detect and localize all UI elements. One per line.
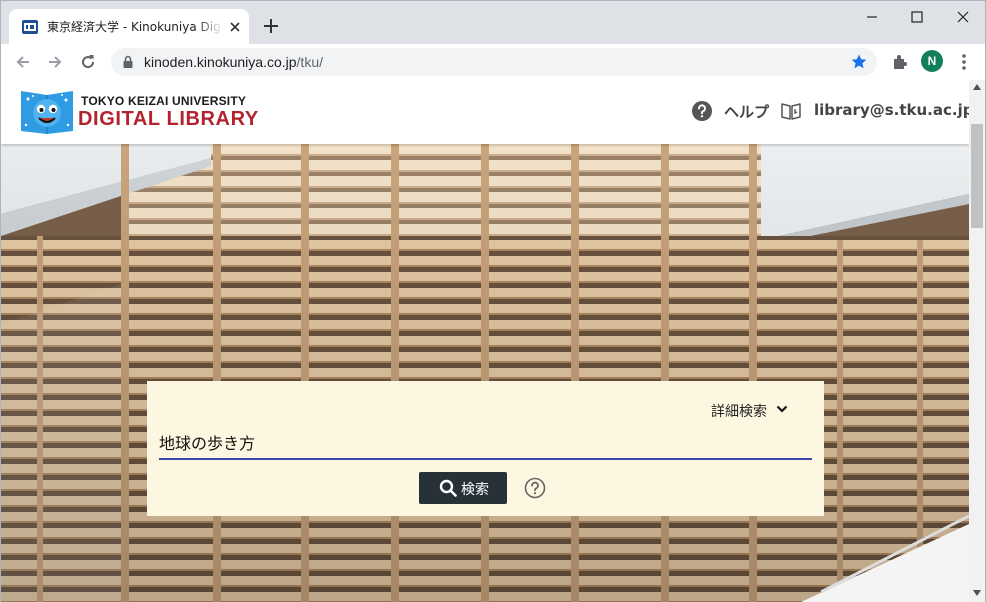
- reload-icon[interactable]: [78, 52, 98, 72]
- page-scrollbar[interactable]: [969, 80, 985, 602]
- digital-library-title: DIGITAL LIBRARY: [78, 108, 259, 130]
- url-path: /tku/: [296, 54, 324, 70]
- search-panel: 詳細検索 検索: [147, 381, 824, 516]
- help-question-icon[interactable]: [691, 100, 713, 122]
- university-name: TOKYO KEIZAI UNIVERSITY: [81, 94, 247, 108]
- open-book-icon: [781, 103, 801, 120]
- scrollbar-thumb[interactable]: [971, 124, 983, 228]
- search-button-label: 検索: [461, 482, 489, 498]
- wooden-louver-photo: [1, 144, 969, 602]
- help-link[interactable]: ヘルプ: [724, 101, 769, 122]
- search-input[interactable]: [159, 430, 812, 460]
- search-icon: [439, 479, 457, 497]
- scroll-up-arrow-icon[interactable]: [973, 84, 981, 90]
- web-page: TOKYO KEIZAI UNIVERSITY DIGITAL LIBRARY …: [0, 80, 986, 602]
- browser-tab-active[interactable]: 東京経済大学 - Kinokuniya Digital Library: [9, 9, 249, 45]
- advanced-search-toggle[interactable]: 詳細検索: [711, 401, 767, 421]
- forward-arrow-icon[interactable]: [45, 52, 65, 72]
- maximize-window-icon[interactable]: [907, 7, 927, 27]
- close-window-icon[interactable]: [953, 7, 973, 27]
- account-email[interactable]: library@s.tku.ac.jp: [814, 101, 973, 119]
- profile-avatar[interactable]: N: [921, 50, 943, 72]
- library-mascot-logo[interactable]: [18, 87, 76, 135]
- address-bar[interactable]: kinoden.kinokuniya.co.jp/tku/: [111, 48, 877, 76]
- search-button[interactable]: 検索: [419, 472, 507, 504]
- site-favicon-icon: [22, 20, 38, 34]
- back-arrow-icon[interactable]: [13, 52, 33, 72]
- search-help-icon[interactable]: [524, 477, 546, 499]
- tab-title: 東京経済大学 - Kinokuniya Digital Library: [47, 20, 223, 34]
- site-header: TOKYO KEIZAI UNIVERSITY DIGITAL LIBRARY …: [1, 80, 973, 144]
- url-text: kinoden.kinokuniya.co.jp/tku/: [144, 54, 323, 70]
- minimize-window-icon[interactable]: [862, 7, 882, 27]
- hero-background-photo: 詳細検索 検索: [1, 144, 969, 602]
- scroll-down-arrow-icon[interactable]: [973, 590, 981, 596]
- browser-titlebar: 東京経済大学 - Kinokuniya Digital Library: [0, 0, 986, 45]
- browser-menu-icon[interactable]: [956, 52, 972, 72]
- chevron-down-icon[interactable]: [776, 404, 788, 414]
- browser-toolbar: kinoden.kinokuniya.co.jp/tku/ N: [0, 44, 986, 80]
- tab-close-icon[interactable]: [227, 19, 243, 35]
- new-tab-icon[interactable]: [262, 17, 280, 35]
- lock-icon[interactable]: [121, 55, 135, 69]
- bookmark-star-icon[interactable]: [850, 53, 868, 71]
- extensions-puzzle-icon[interactable]: [890, 52, 910, 72]
- url-host: kinoden.kinokuniya.co.jp: [144, 54, 297, 70]
